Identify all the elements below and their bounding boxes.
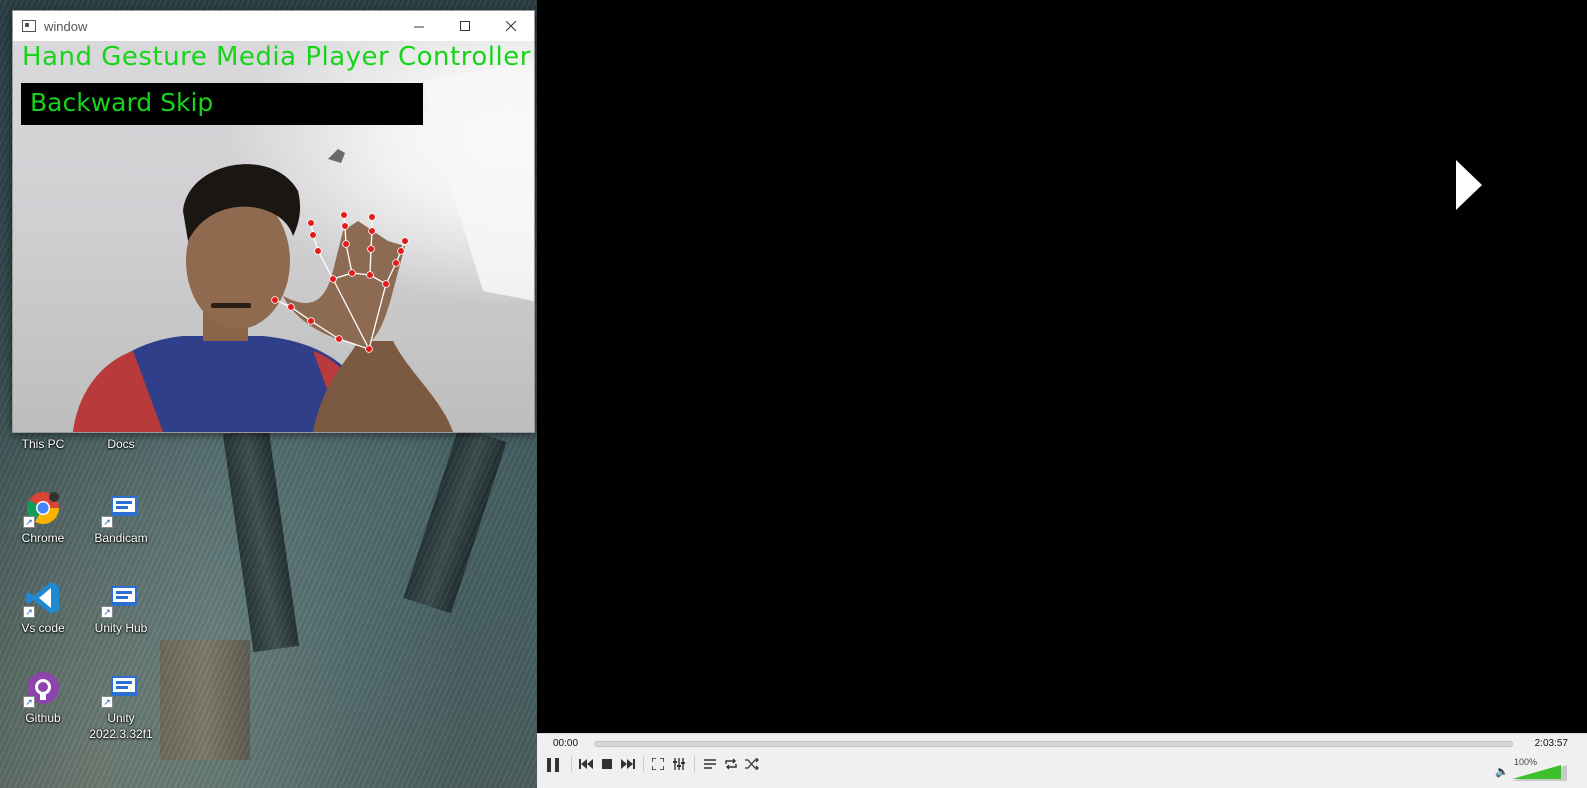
window-title: window — [44, 18, 88, 34]
desktop-icon-label: Unity Hub — [94, 621, 148, 635]
minimize-button[interactable] — [396, 11, 442, 41]
desktop-icon-github[interactable]: ↗ Github — [4, 670, 82, 726]
shuffle-button[interactable] — [743, 754, 761, 774]
wallpaper-stump — [160, 640, 250, 760]
desktop-icon-label: Vs code — [21, 621, 65, 635]
window-app-icon — [22, 20, 36, 32]
fullscreen-icon — [652, 758, 664, 770]
desktop-icon-docs[interactable]: Docs — [82, 436, 160, 452]
desktop-icon-label: Github — [25, 711, 61, 725]
extended-settings-button[interactable] — [670, 754, 688, 774]
overlay-title: Hand Gesture Media Player Controller — [22, 42, 531, 72]
chrome-icon: ↗ — [23, 490, 61, 528]
maximize-button[interactable] — [442, 11, 488, 41]
gesture-label: Backward Skip — [30, 88, 214, 117]
camera-window-titlebar[interactable]: window — [13, 11, 534, 41]
desktop-icon-label: Docs — [107, 437, 135, 451]
time-elapsed: 00:00 — [553, 738, 579, 749]
desktop-icon-chrome[interactable]: ↗ Chrome — [4, 490, 82, 546]
desktop-icon-bandicam[interactable]: ↗ Bandicam — [82, 490, 160, 546]
desktop-icon-label: Chrome — [21, 531, 65, 545]
next-button[interactable] — [619, 754, 637, 774]
play-indicator-icon — [1456, 160, 1482, 210]
close-icon — [505, 20, 516, 31]
seek-bar[interactable] — [594, 741, 1513, 747]
equalizer-icon — [673, 758, 685, 770]
bandicam-icon: ↗ — [101, 490, 139, 528]
volume-percent: 100% — [1513, 757, 1537, 767]
github-icon: ↗ — [23, 670, 61, 708]
previous-button[interactable] — [577, 754, 595, 774]
desktop-icon-unity[interactable]: ↗ Unity 2022.3.32f1 — [82, 670, 160, 742]
wallpaper-tree-left — [222, 427, 300, 653]
desktop-icon-label: Bandicam — [94, 531, 148, 545]
vscode-icon: ↗ — [23, 580, 61, 618]
maximize-icon — [459, 20, 470, 31]
camera-feed: Hand Gesture Media Player Controller Bac… — [13, 41, 534, 432]
camera-window[interactable]: window Hand Gesture Media Player Control… — [12, 10, 535, 433]
playlist-icon — [704, 759, 716, 769]
fullscreen-button[interactable] — [649, 754, 667, 774]
playlist-button[interactable] — [701, 754, 719, 774]
skip-back-icon — [579, 759, 593, 769]
stop-icon — [602, 759, 612, 769]
unity-icon: ↗ — [101, 670, 139, 708]
minimize-icon — [413, 26, 424, 27]
desktop-icon-vscode[interactable]: ↗ Vs code — [4, 580, 82, 636]
volume-icon[interactable]: 🔈 — [1495, 765, 1509, 778]
desktop-icon-unity-hub[interactable]: ↗ Unity Hub — [82, 580, 160, 636]
wallpaper-tree-right — [403, 426, 507, 614]
loop-button[interactable] — [722, 754, 740, 774]
time-total: 2:03:57 — [1534, 738, 1568, 749]
skip-forward-icon — [621, 759, 635, 769]
gesture-label-box: Backward Skip — [21, 83, 423, 125]
desktop-icon-label: Unity 2022.3.32f1 — [89, 711, 153, 741]
stop-button[interactable] — [598, 754, 616, 774]
player-controls: 00:00 2:03:57 🔈 100% — [537, 733, 1587, 788]
shuffle-icon — [745, 758, 759, 770]
media-player[interactable]: 00:00 2:03:57 🔈 100% — [537, 0, 1587, 788]
unity-hub-icon: ↗ — [101, 580, 139, 618]
desktop-icon-label: This PC — [21, 437, 65, 451]
pause-button[interactable] — [542, 754, 564, 776]
volume-fill — [1512, 765, 1561, 779]
loop-icon — [725, 758, 737, 770]
close-button[interactable] — [488, 11, 534, 41]
pause-icon — [547, 758, 559, 772]
desktop-icon-this-pc[interactable]: This PC — [4, 436, 82, 452]
